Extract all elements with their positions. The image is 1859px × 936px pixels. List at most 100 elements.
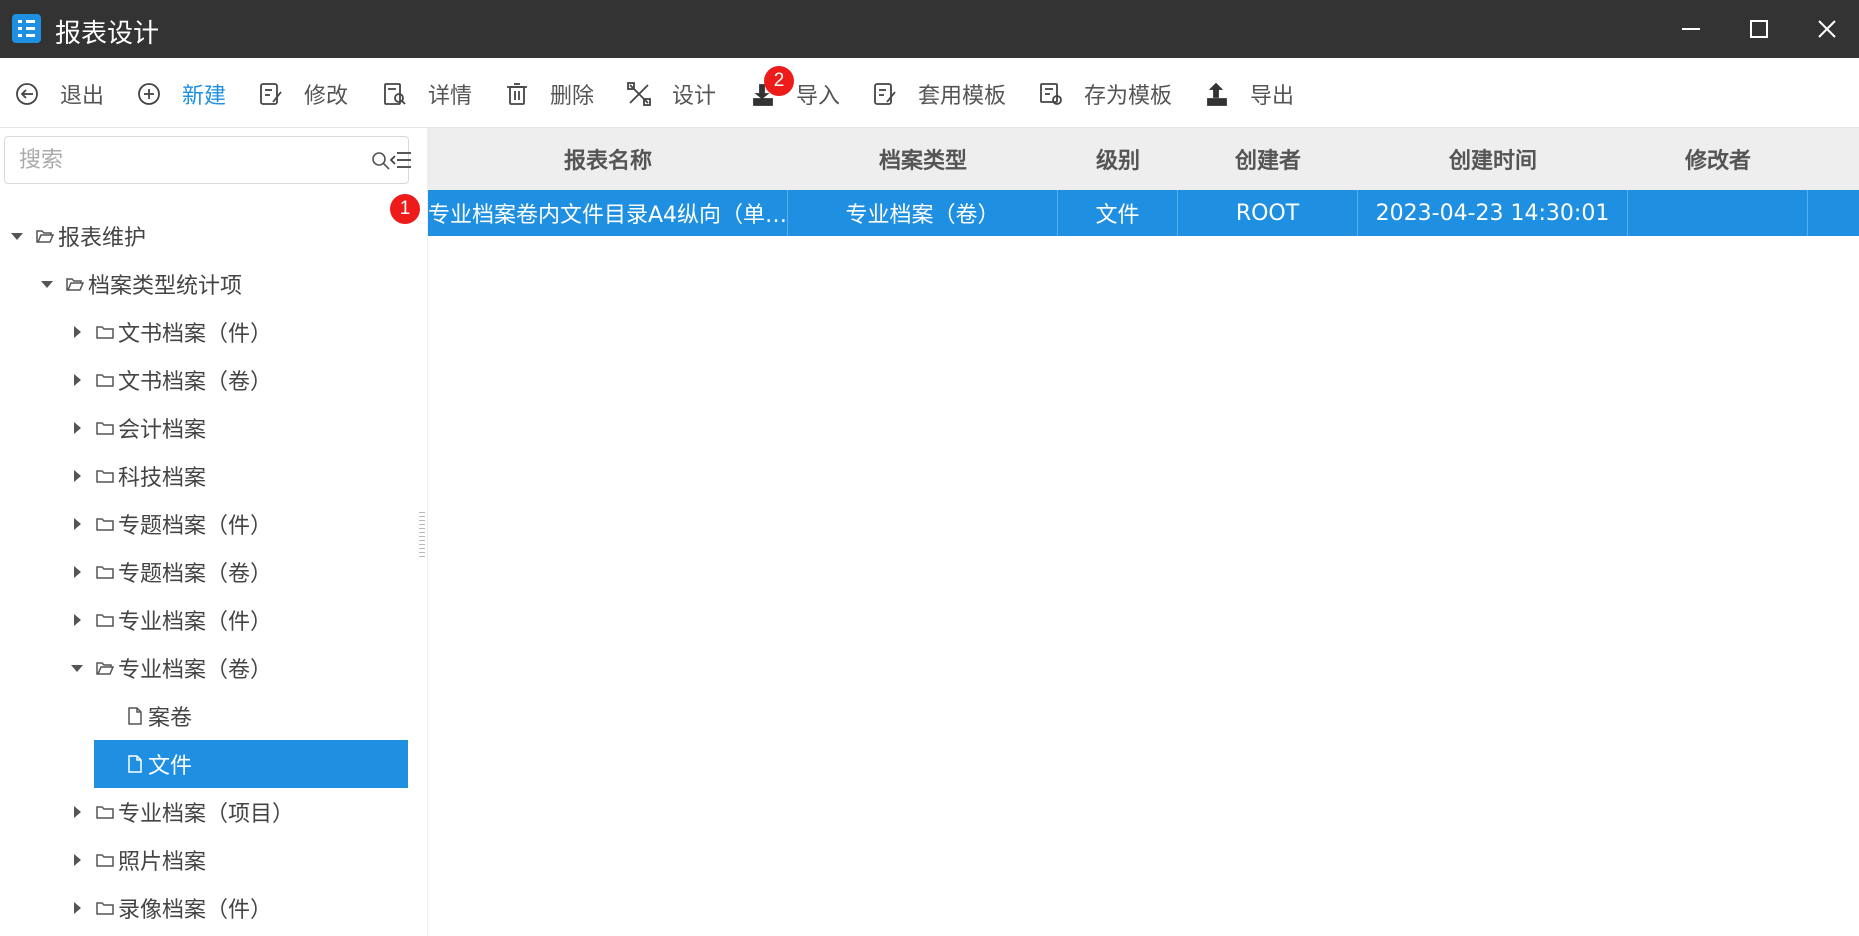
cell-archive-type: 专业档案（卷） [788,190,1058,236]
caret-right-icon[interactable] [70,469,84,483]
apply-template-button[interactable]: 套用模板 [872,76,1006,112]
caret-right-icon[interactable] [70,565,84,579]
column-header-created-time[interactable]: 创建时间 [1358,128,1628,190]
apply-template-icon [874,83,896,105]
folder-icon [96,563,114,581]
collapse-menu-icon[interactable] [389,149,413,171]
app-table-icon [12,14,41,43]
tree-node-label: 专业档案（件） [118,610,273,635]
search-icon[interactable] [371,151,391,171]
caret-right-icon[interactable] [70,421,84,435]
folder-icon [96,515,114,533]
tree-node-label: 录像档案（件） [118,898,273,923]
search-input[interactable] [19,145,349,175]
folder-icon [96,899,114,917]
folder-open-icon [36,227,54,245]
folder-icon [96,611,114,629]
tree-node-documentary-item[interactable]: 文书档案（件） [70,308,408,356]
tree-node-topic-item[interactable]: 专题档案（件） [70,500,408,548]
tree-node-technology[interactable]: 科技档案 [70,452,408,500]
save-template-button[interactable]: 存为模板 [1038,76,1172,112]
new-button[interactable]: 新建 [136,76,226,112]
column-header-creator[interactable]: 创建者 [1178,128,1358,190]
tree-node-label: 专业档案（卷） [118,658,273,683]
tree-node-professional-volume[interactable]: 专业档案（卷） [70,644,408,692]
caret-down-icon[interactable] [70,661,84,675]
new-label: 新建 [182,84,227,109]
close-button[interactable] [1792,0,1859,58]
caret-right-icon[interactable] [70,901,84,915]
folder-icon [96,323,114,341]
tree-node-label: 会计档案 [118,418,207,443]
step-badge-1: 1 [390,194,420,224]
tree-node-documentary-volume[interactable]: 文书档案（卷） [70,356,408,404]
details-label: 详情 [428,84,473,109]
apply-template-label: 套用模板 [918,84,1007,109]
design-label: 设计 [672,84,717,109]
maximize-button[interactable] [1724,0,1793,58]
cell-report-name: 专业档案卷内文件目录A4纵向（单… [428,190,788,236]
exit-icon [16,83,38,105]
tree-node-photo[interactable]: 照片档案 [70,836,408,884]
tree-node-label: 科技档案 [118,466,207,491]
design-icon [627,82,651,106]
folder-open-icon [66,275,84,293]
file-icon [126,755,144,773]
caret-down-icon[interactable] [10,229,24,243]
tree-node-archive-type-stats[interactable]: 档案类型统计项 [40,260,408,308]
save-template-icon [1040,83,1062,105]
tree-node-accounting[interactable]: 会计档案 [70,404,408,452]
tree-node-professional-project[interactable]: 专业档案（项目） [70,788,408,836]
caret-right-icon[interactable] [70,325,84,339]
delete-label: 删除 [550,84,595,109]
step-badge-2: 2 [764,66,794,96]
edit-button[interactable]: 修改 [258,76,348,112]
minimize-button[interactable] [1656,0,1725,58]
edit-label: 修改 [304,84,349,109]
export-label: 导出 [1250,84,1295,109]
delete-button[interactable]: 删除 [504,76,594,112]
tree-node-professional-item[interactable]: 专业档案（件） [70,596,408,644]
exit-button[interactable]: 退出 [14,76,104,112]
delete-icon [507,83,527,105]
edit-icon [260,83,282,105]
column-header-level[interactable]: 级别 [1058,128,1178,190]
folder-icon [96,371,114,389]
caret-right-icon[interactable] [70,613,84,627]
splitter-grip-icon[interactable] [419,512,425,558]
tree-node-case-volume[interactable]: 案卷 [94,692,408,740]
tree-node-label: 报表维护 [58,226,147,251]
close-icon [1817,20,1836,38]
caret-down-icon[interactable] [40,277,54,291]
export-button[interactable]: 导出 [1204,76,1294,112]
caret-right-icon[interactable] [70,517,84,531]
column-header-modifier[interactable]: 修改者 [1628,128,1808,190]
folder-icon [96,467,114,485]
folder-icon [96,851,114,869]
table-row[interactable]: 专业档案卷内文件目录A4纵向（单… 专业档案（卷） 文件 ROOT 2023-0… [428,190,1859,236]
import-label: 导入 [796,84,841,109]
tree-node-topic-volume[interactable]: 专题档案（卷） [70,548,408,596]
save-template-label: 存为模板 [1084,84,1173,109]
tree-node-label: 文件 [148,754,193,779]
caret-right-icon[interactable] [70,373,84,387]
cell-modifier [1628,190,1808,236]
details-button[interactable]: 详情 [382,76,472,112]
column-header-report-name[interactable]: 报表名称 [428,128,788,190]
tree-node-label: 专题档案（件） [118,514,273,539]
maximize-icon [1749,20,1768,38]
tree-node-file-selected[interactable]: 文件 [94,740,408,788]
tree-node-report-maintenance[interactable]: 报表维护 [10,212,408,260]
toolbar: 退出 新建 修改 详情 删除 设计 导入 套用模板 存为模板 导出 2 [0,58,1859,128]
tree-node-label: 专题档案（卷） [118,562,273,587]
tree-node-video-item[interactable]: 录像档案（件） [70,884,408,932]
tree-node-label: 档案类型统计项 [88,274,243,299]
folder-icon [96,419,114,437]
exit-label: 退出 [60,84,105,109]
caret-right-icon[interactable] [70,805,84,819]
column-header-archive-type[interactable]: 档案类型 [788,128,1058,190]
design-button[interactable]: 设计 [626,76,716,112]
tree-node-label: 照片档案 [118,850,207,875]
caret-right-icon[interactable] [70,853,84,867]
grid-header: 报表名称 档案类型 级别 创建者 创建时间 修改者 [428,128,1859,190]
